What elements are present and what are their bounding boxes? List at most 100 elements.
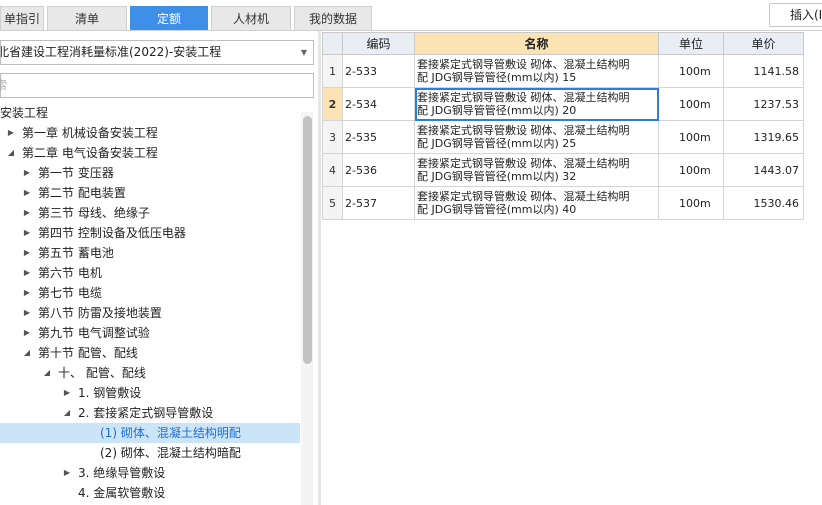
cell-code[interactable]: 2-534	[342, 87, 415, 121]
cell-unit[interactable]: 100m	[658, 54, 724, 88]
cell-name[interactable]: 套接紧定式钢导管敷设 砌体、混凝土结构明配 JDG钢导管管径(mm以内) 40	[414, 186, 659, 220]
row-index[interactable]: 1	[322, 54, 343, 88]
tree-node-label: 第一章 机械设备安装工程	[22, 126, 158, 140]
cell-name-line1: 套接紧定式钢导管敷设 砌体、混凝土结构明	[417, 124, 630, 137]
cell-name-line1: 套接紧定式钢导管敷设 砌体、混凝土结构明	[417, 58, 630, 71]
expand-down-icon[interactable]: ◢	[62, 403, 72, 423]
insert-button[interactable]: 插入(I	[769, 3, 822, 27]
row-index[interactable]: 4	[322, 153, 343, 187]
library-dropdown[interactable]: 北省建设工程消耗量标准(2022)-安装工程 ▼	[0, 40, 314, 65]
tree-node[interactable]: ▶ 3. 绝缘导管敷设	[0, 463, 300, 483]
expand-right-icon[interactable]: ▶	[22, 243, 32, 263]
table-row[interactable]: 1 2-533 套接紧定式钢导管敷设 砌体、混凝土结构明配 JDG钢导管管径(mm以…	[322, 54, 804, 88]
tree-node-label: 第十节 配管、配线	[38, 346, 138, 360]
tree-node-label: 第三节 母线、绝缘子	[38, 206, 150, 220]
tree-node-label: 3. 绝缘导管敷设	[78, 466, 166, 480]
expand-right-icon[interactable]: ▶	[22, 263, 32, 283]
tree-node-label: 1. 钢管敷设	[78, 386, 142, 400]
cell-price[interactable]: 1319.65	[723, 120, 804, 154]
tab-4[interactable]: 我的数据	[294, 6, 372, 31]
tree-node[interactable]: ▶ 第一章 机械设备安装工程	[0, 123, 300, 143]
tab-0[interactable]: 单指引	[0, 6, 44, 31]
expand-right-icon[interactable]: ▶	[62, 383, 72, 403]
row-index[interactable]: 3	[322, 120, 343, 154]
row-index[interactable]: 2	[322, 87, 343, 121]
cell-name-line1: 套接紧定式钢导管敷设 砌体、混凝土结构明	[417, 91, 630, 104]
cell-code[interactable]: 2-535	[342, 120, 415, 154]
table-row[interactable]: 5 2-537 套接紧定式钢导管敷设 砌体、混凝土结构明配 JDG钢导管管径(mm以…	[322, 186, 804, 220]
table-row[interactable]: 3 2-535 套接紧定式钢导管敷设 砌体、混凝土结构明配 JDG钢导管管径(mm以…	[322, 120, 804, 154]
tree-node-label: 第六节 电机	[38, 266, 102, 280]
tree-node-label: (1) 砌体、混凝土结构明配	[100, 426, 241, 440]
expand-right-icon[interactable]: ▶	[22, 163, 32, 183]
expand-right-icon[interactable]: ▶	[22, 323, 32, 343]
cell-price[interactable]: 1443.07	[723, 153, 804, 187]
tree-node[interactable]: ▶ 第八节 防雷及接地装置	[0, 303, 300, 323]
cell-name-line2: 配 JDG钢导管管径(mm以内) 32	[417, 170, 577, 183]
tab-3[interactable]: 人材机	[211, 6, 291, 31]
expand-right-icon[interactable]: ▶	[22, 223, 32, 243]
tree-node[interactable]: ◢ 第二章 电气设备安装工程	[0, 143, 300, 163]
cell-code[interactable]: 2-536	[342, 153, 415, 187]
expand-right-icon[interactable]: ▶	[22, 283, 32, 303]
expand-right-icon[interactable]: ▶	[22, 303, 32, 323]
cell-price[interactable]: 1237.53	[723, 87, 804, 121]
col-header-name[interactable]: 名称	[414, 32, 659, 55]
cell-code[interactable]: 2-537	[342, 186, 415, 220]
tree-node[interactable]: ▶ 第二节 配电装置	[0, 183, 300, 203]
tree-node-label: 第八节 防雷及接地装置	[38, 306, 162, 320]
expand-right-icon[interactable]: ▶	[22, 203, 32, 223]
cell-code[interactable]: 2-533	[342, 54, 415, 88]
tree-node[interactable]: ▶ 第九节 电气调整试验	[0, 323, 300, 343]
cell-name[interactable]: 套接紧定式钢导管敷设 砌体、混凝土结构明配 JDG钢导管管径(mm以内) 15	[414, 54, 659, 88]
tree-scrollbar-thumb[interactable]	[303, 116, 312, 364]
tree-node[interactable]: ◢ 2. 套接紧定式钢导管敷设	[0, 403, 300, 423]
col-header-code[interactable]: 编码	[342, 32, 415, 55]
tree-node[interactable]: ▶ 第三节 母线、绝缘子	[0, 203, 300, 223]
search-input[interactable]: 索	[0, 73, 314, 98]
col-header-price[interactable]: 单价	[723, 32, 804, 55]
tree-node[interactable]: ▶ 第五节 蓄电池	[0, 243, 300, 263]
cell-name[interactable]: 套接紧定式钢导管敷设 砌体、混凝土结构明配 JDG钢导管管径(mm以内) 20	[414, 87, 659, 121]
tab-strip: 单指引 清单 定额 人材机 我的数据	[0, 6, 375, 31]
expand-down-icon[interactable]: ◢	[42, 363, 52, 383]
tree-node[interactable]: 安装工程	[0, 103, 300, 123]
tab-2[interactable]: 定额	[130, 6, 208, 31]
row-index[interactable]: 5	[322, 186, 343, 220]
cell-name-line1: 套接紧定式钢导管敷设 砌体、混凝土结构明	[417, 190, 630, 203]
table-row[interactable]: 2 2-534 套接紧定式钢导管敷设 砌体、混凝土结构明配 JDG钢导管管径(mm以…	[322, 87, 804, 121]
cell-name[interactable]: 套接紧定式钢导管敷设 砌体、混凝土结构明配 JDG钢导管管径(mm以内) 25	[414, 120, 659, 154]
expand-down-icon[interactable]: ◢	[22, 343, 32, 363]
tree-node[interactable]: ▶ 第一节 变压器	[0, 163, 300, 183]
tree-node[interactable]: ▶ 第七节 电缆	[0, 283, 300, 303]
cell-price[interactable]: 1141.58	[723, 54, 804, 88]
cell-unit[interactable]: 100m	[658, 120, 724, 154]
tree-node[interactable]: ◢ 第十节 配管、配线	[0, 343, 300, 363]
panel-splitter[interactable]	[318, 31, 321, 505]
left-panel: 北省建设工程消耗量标准(2022)-安装工程 ▼ 索 安装工程 ▶ 第一章 机械设备…	[0, 31, 318, 505]
cell-unit[interactable]: 100m	[658, 87, 724, 121]
cell-price[interactable]: 1530.46	[723, 186, 804, 220]
tree-node[interactable]: (1) 砌体、混凝土结构明配	[0, 423, 300, 443]
tree-node[interactable]: ▶ 第四节 控制设备及低压电器	[0, 223, 300, 243]
tree-node-label: 第二章 电气设备安装工程	[22, 146, 158, 160]
expand-right-icon[interactable]: ▶	[22, 183, 32, 203]
tab-1[interactable]: 清单	[47, 6, 127, 31]
expand-right-icon[interactable]: ▶	[6, 123, 16, 143]
expand-down-icon[interactable]: ◢	[6, 143, 16, 163]
tree-scrollbar[interactable]	[301, 112, 313, 505]
table-row[interactable]: 4 2-536 套接紧定式钢导管敷设 砌体、混凝土结构明配 JDG钢导管管径(mm以…	[322, 153, 804, 187]
tree-node[interactable]: 4. 金属软管敷设	[0, 483, 300, 503]
quota-library-window: 单指引 清单 定额 人材机 我的数据 插入(I 北省建设工程消耗量标准(2022)-安装…	[0, 0, 822, 505]
col-header-unit[interactable]: 单位	[658, 32, 724, 55]
tree-node[interactable]: ▶ 第六节 电机	[0, 263, 300, 283]
grid-header-row: 编码 名称 单位 单价	[322, 32, 804, 55]
chevron-down-icon: ▼	[300, 48, 307, 57]
tree-node[interactable]: ◢ 十、 配管、配线	[0, 363, 300, 383]
cell-name[interactable]: 套接紧定式钢导管敷设 砌体、混凝土结构明配 JDG钢导管管径(mm以内) 32	[414, 153, 659, 187]
cell-unit[interactable]: 100m	[658, 186, 724, 220]
tree-node[interactable]: ▶ 1. 钢管敷设	[0, 383, 300, 403]
cell-unit[interactable]: 100m	[658, 153, 724, 187]
expand-right-icon[interactable]: ▶	[62, 463, 72, 483]
tree-node[interactable]: (2) 砌体、混凝土结构暗配	[0, 443, 300, 463]
